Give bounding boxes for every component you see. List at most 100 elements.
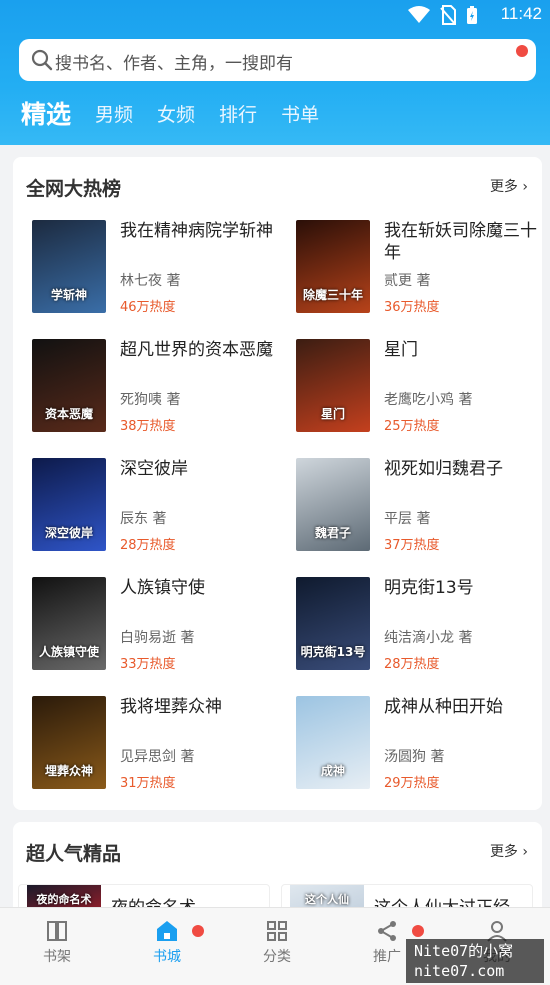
chevron-right-icon: ›: [522, 179, 528, 195]
book-cover: 明克街13号: [296, 577, 370, 670]
watermark-line2: nite07.com: [414, 962, 505, 980]
notification-dot: [516, 45, 528, 57]
book-author: 平层 著: [384, 511, 431, 527]
tab-selected[interactable]: 精选: [21, 98, 71, 132]
watermark-line1: Nite07的小窝: [414, 942, 514, 960]
book-item[interactable]: 除魔三十年 我在斩妖司除魔三十年贰更 著 36万热度: [296, 220, 546, 315]
cover-text: 资本恶魔: [44, 407, 93, 421]
book-cover: 资本恶魔: [32, 339, 106, 432]
book-cover: 魏君子: [296, 458, 370, 551]
nav-bookshelf[interactable]: 书架: [17, 916, 97, 966]
book-item[interactable]: 资本恶魔 超凡世界的资本恶魔死狗咦 著 38万热度: [32, 339, 282, 434]
book-title: 深空彼岸: [120, 459, 188, 479]
book-cover: 学斩神: [32, 220, 106, 313]
tab-booklist[interactable]: 书单: [281, 98, 319, 132]
cover-text: 魏君子: [314, 526, 351, 540]
book-author: 见异思剑 著: [120, 749, 195, 765]
more-label: 更多: [489, 844, 518, 860]
cover-text: 成神: [320, 764, 345, 778]
book-item[interactable]: 学斩神 我在精神病院学斩神林七夜 著 46万热度: [32, 220, 282, 315]
book-cover: 除魔三十年: [296, 220, 370, 313]
book-item[interactable]: 魏君子 视死如归魏君子平层 著 37万热度: [296, 458, 546, 553]
book-title: 明克街13号: [384, 578, 474, 598]
book-author: 林七夜 著: [120, 273, 181, 289]
more-link[interactable]: 更多 ›: [490, 841, 528, 861]
book-author: 辰东 著: [120, 511, 167, 527]
book-author: 死狗咦 著: [120, 392, 181, 408]
cover-text: 埋葬众神: [44, 764, 93, 778]
book-title: 超凡世界的资本恶魔: [120, 340, 273, 360]
book-cover: 埋葬众神: [32, 696, 106, 789]
book-item[interactable]: 星门 星门 老鹰吃小鸡 著 25万热度: [296, 339, 546, 434]
book-cover: 深空彼岸: [32, 458, 106, 551]
bookshelf-icon: [47, 921, 67, 941]
section-title: 全网大热榜: [26, 178, 122, 200]
cover-text: 星门: [320, 407, 345, 421]
book-cover: 成神: [296, 696, 370, 789]
category-icon: [267, 921, 287, 941]
book-author: 贰更 著: [384, 273, 431, 289]
cover-text: 人族镇守使: [38, 645, 99, 659]
book-author: 纯洁滴小龙 著: [384, 630, 473, 646]
book-item[interactable]: 深空彼岸 深空彼岸 辰东 著 28万热度: [32, 458, 282, 553]
status-icons: [408, 5, 478, 25]
share-icon: [378, 921, 396, 941]
book-title: 我在精神病院学斩神: [120, 221, 273, 241]
tab-male[interactable]: 男频: [95, 98, 133, 132]
cover-text: 除魔三十年: [302, 288, 363, 302]
no-sim-icon: [440, 5, 456, 25]
book-heat: 28万热度: [384, 657, 440, 672]
book-title: 视死如归魏君子: [384, 459, 503, 479]
app-header: 11:42 搜书名、作者、主角，一搜即有 精选 男频 女频 排行 书单: [0, 0, 550, 145]
book-heat: 29万热度: [384, 776, 440, 791]
book-item[interactable]: 成神 成神从种田开始汤圆狗 著 29万热度: [296, 696, 546, 791]
book-title: 我将埋葬众神: [120, 697, 222, 717]
search-placeholder: 搜书名、作者、主角，一搜即有: [55, 54, 293, 74]
book-heat: 25万热度: [384, 419, 440, 434]
notification-dot: [412, 925, 424, 937]
book-author: 白驹易逝 著: [120, 630, 195, 646]
cover-text: 这个人仙: [305, 893, 349, 906]
tab-ranking[interactable]: 排行: [219, 98, 257, 132]
wifi-icon: [408, 6, 430, 23]
cover-text: 深空彼岸: [44, 526, 93, 540]
book-author: 老鹰吃小鸡 著: [384, 392, 473, 408]
book-title: 星门: [384, 340, 418, 360]
book-title: 成神从种田开始: [384, 697, 503, 717]
more-link[interactable]: 更多 ›: [490, 176, 528, 196]
hot-list-card: 全网大热榜 更多 › 学斩神 我在精神病院学斩神林七夜 著 46万热度 除魔三十年 我在…: [13, 157, 542, 810]
book-title: 我在斩妖司除魔三十年: [384, 221, 537, 263]
book-heat: 31万热度: [120, 776, 176, 791]
cover-text: 夜的命名术: [36, 893, 92, 906]
battery-icon: [467, 6, 477, 24]
book-title: 人族镇守使: [120, 578, 205, 598]
book-author: 汤圆狗 著: [384, 749, 445, 765]
search-bar[interactable]: 搜书名、作者、主角，一搜即有: [19, 39, 536, 81]
book-item[interactable]: 埋葬众神 我将埋葬众神见异思剑 著 31万热度: [32, 696, 282, 791]
nav-bookstore[interactable]: 书城: [127, 916, 207, 966]
cover-text: 学斩神: [50, 288, 87, 302]
book-item[interactable]: 明克街13号 明克街13号 纯洁滴小龙 著 28万热度: [296, 577, 546, 672]
book-cover: 人族镇守使: [32, 577, 106, 670]
book-cover: 星门: [296, 339, 370, 432]
home-icon: [157, 921, 177, 941]
book-heat: 28万热度: [120, 538, 176, 553]
nav-label: 书架: [43, 949, 71, 965]
nav-category[interactable]: 分类: [237, 916, 317, 966]
notification-dot: [192, 925, 204, 937]
book-heat: 33万热度: [120, 657, 176, 672]
section-title: 超人气精品: [26, 843, 122, 865]
book-heat: 38万热度: [120, 419, 176, 434]
book-heat: 36万热度: [384, 300, 440, 315]
book-heat: 37万热度: [384, 538, 440, 553]
watermark: Nite07的小窝 nite07.com: [406, 939, 544, 983]
book-heat: 46万热度: [120, 300, 176, 315]
search-icon: [31, 49, 53, 71]
tab-female[interactable]: 女频: [157, 98, 195, 132]
nav-label: 分类: [263, 949, 291, 965]
cover-text: 明克街13号: [300, 645, 366, 659]
status-time: 11:42: [500, 4, 542, 23]
chevron-right-icon: ›: [522, 844, 528, 860]
nav-label: 书城: [153, 949, 181, 965]
book-item[interactable]: 人族镇守使 人族镇守使 白驹易逝 著 33万热度: [32, 577, 282, 672]
